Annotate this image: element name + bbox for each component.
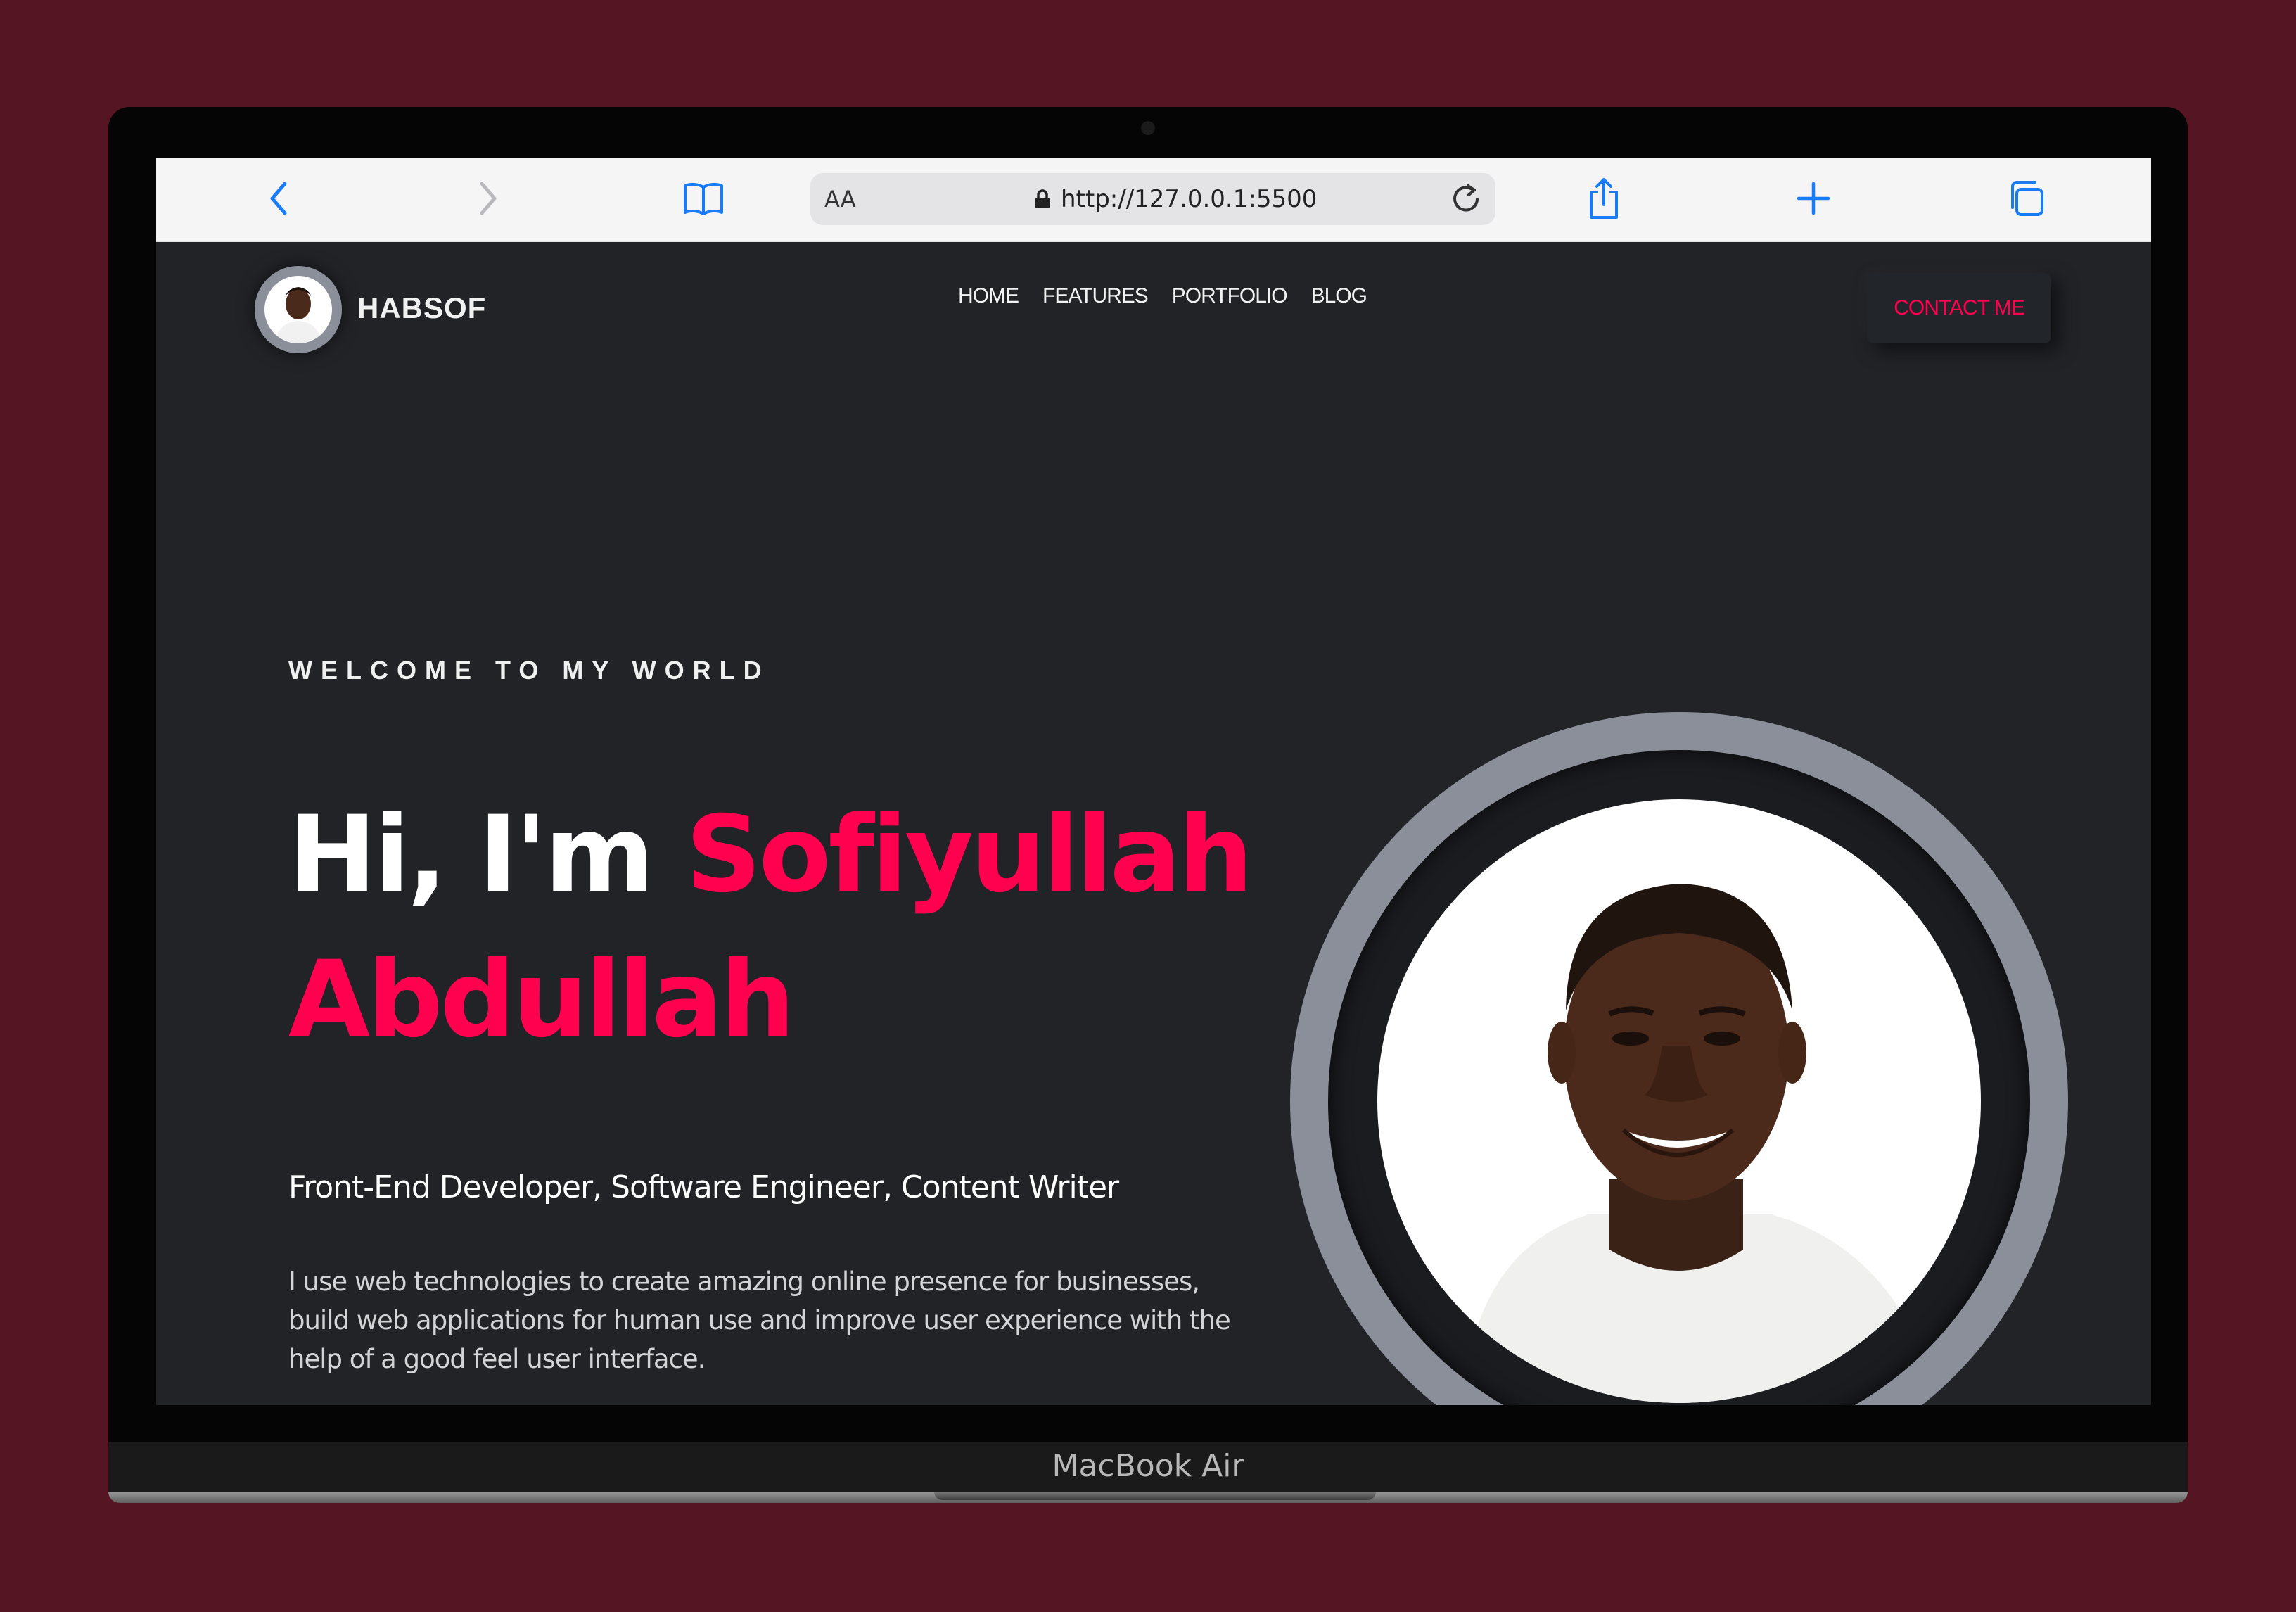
contact-me-button[interactable]: CONTACT ME — [1867, 273, 2051, 343]
website: HABSOF HOME FEATURES PORTFOLIO BLOG CONT… — [156, 241, 2151, 1405]
site-logo[interactable]: HABSOF — [357, 291, 486, 325]
back-icon[interactable] — [255, 174, 302, 222]
forward-icon[interactable] — [464, 174, 512, 222]
address-bar[interactable]: AA http://127.0.0.1:5500 — [810, 173, 1495, 225]
share-icon[interactable] — [1580, 174, 1628, 222]
nav-portfolio[interactable]: PORTFOLIO — [1172, 284, 1288, 308]
bio-text: I use web technologies to create amazing… — [288, 1267, 1231, 1374]
screen: AA http://127.0.0.1:5500 HABSOF HOME FEA… — [156, 158, 2151, 1405]
laptop-notch — [934, 1492, 1376, 1500]
greeting: Hi, I'm — [288, 794, 654, 916]
url-text: http://127.0.0.1:5500 — [1061, 185, 1318, 213]
reload-icon[interactable] — [1445, 177, 1487, 223]
hero-heading: Hi, I'm Sofiyullah Abdullah — [288, 782, 1372, 1072]
new-tab-icon[interactable] — [1790, 174, 1837, 222]
nav-blog[interactable]: BLOG — [1311, 284, 1367, 308]
laptop-frame: AA http://127.0.0.1:5500 HABSOF HOME FEA… — [108, 107, 2188, 1503]
profile-photo — [1377, 799, 1981, 1403]
device-label: MacBook Air — [1052, 1448, 1244, 1484]
nav-features[interactable]: FEATURES — [1042, 284, 1149, 308]
portrait-frame — [1290, 712, 2068, 1405]
avatar — [264, 276, 332, 343]
browser-toolbar: AA http://127.0.0.1:5500 — [156, 158, 2151, 242]
portrait-inner-ring — [1328, 750, 2030, 1405]
text-size-button[interactable]: AA — [824, 186, 856, 212]
main-nav: HOME FEATURES PORTFOLIO BLOG — [958, 284, 1367, 308]
tabs-overview-icon[interactable] — [2002, 174, 2050, 222]
welcome-tagline: WELCOME TO MY WORLD — [288, 656, 770, 685]
name-first: Sofiyullah — [685, 794, 1253, 916]
roles-text: Front-End Developer, Software Engineer, … — [288, 1169, 1119, 1205]
url-field[interactable]: http://127.0.0.1:5500 — [1034, 185, 1317, 213]
logo-avatar[interactable] — [255, 266, 342, 353]
nav-home[interactable]: HOME — [958, 284, 1019, 308]
laptop-chin: MacBook Air — [108, 1442, 2188, 1492]
name-last: Abdullah — [288, 939, 795, 1061]
camera-icon — [1141, 121, 1155, 135]
lock-icon — [1035, 189, 1050, 208]
bookmarks-icon[interactable] — [680, 174, 727, 222]
